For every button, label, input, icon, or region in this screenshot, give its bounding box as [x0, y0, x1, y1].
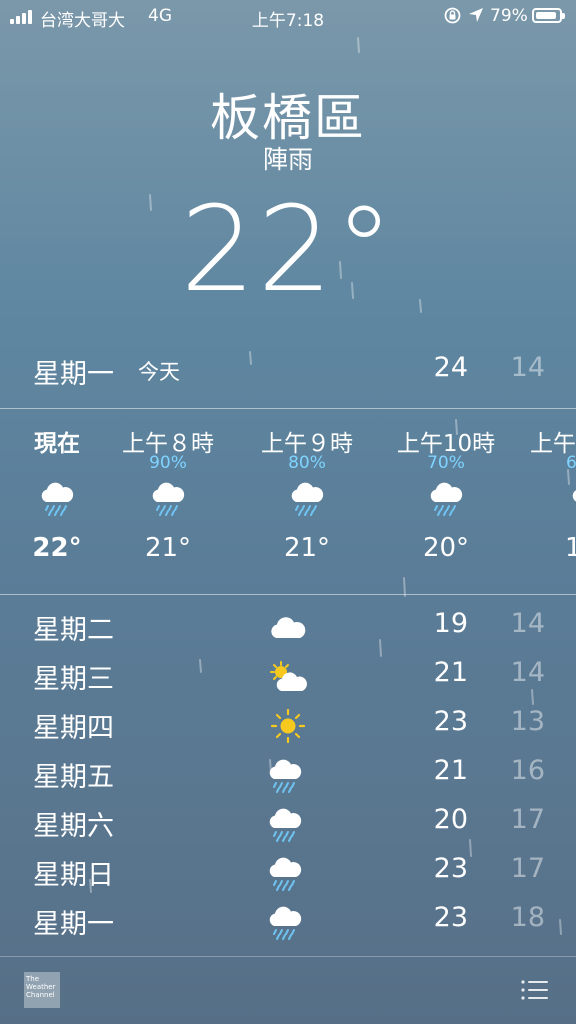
daily-low: 14 — [510, 608, 545, 639]
daily-low: 17 — [510, 853, 545, 884]
daily-row: 星期日 23 17 — [0, 851, 576, 897]
hour-label: 上午10時 — [396, 431, 496, 457]
daily-row: 星期一 23 18 — [0, 900, 576, 946]
city-list-icon[interactable] — [520, 978, 550, 1002]
daily-high: 19 — [433, 608, 468, 639]
weather-channel-logo[interactable]: The Weather Channel — [24, 972, 60, 1008]
daily-low: 18 — [510, 902, 545, 933]
weekday: 星期六 — [33, 811, 114, 842]
today-high: 24 — [433, 352, 468, 383]
current-temperature: 22° — [180, 180, 396, 318]
weekday: 星期一 — [33, 909, 114, 940]
hourly-top-divider — [0, 408, 576, 409]
daily-high: 20 — [433, 804, 468, 835]
daily-low: 16 — [510, 755, 545, 786]
hourly-item: 上午 6 1 — [513, 410, 576, 563]
daily-high: 23 — [433, 706, 468, 737]
daily-row: 星期六 20 17 — [0, 802, 576, 848]
precip-chance: 80% — [288, 453, 326, 473]
hour-label: 上午８時 — [122, 431, 214, 457]
weekday: 星期日 — [33, 860, 114, 891]
daily-forecast-list[interactable]: 星期二 19 14 星期三 21 14 星期四 23 13 星期五 21 16 … — [0, 600, 576, 956]
sun-icon — [270, 708, 306, 744]
battery-percentage: 79% — [490, 6, 528, 26]
daily-high: 21 — [433, 755, 468, 786]
daily-high: 23 — [433, 853, 468, 884]
hour-label: 上午９時 — [261, 431, 353, 457]
rain-cloud-icon — [569, 480, 576, 520]
status-bar: 台湾大哥大 4G 上午7:18 79% — [0, 0, 576, 34]
rain-cloud-icon — [266, 757, 304, 800]
hourly-item: 上午９時 80% 21° — [237, 410, 377, 563]
rain-cloud-icon — [266, 806, 304, 849]
rain-cloud-icon — [266, 904, 304, 947]
hourly-item: 上午10時 70% 20° — [376, 410, 516, 563]
hour-temp: 1 — [565, 533, 576, 563]
daily-high: 21 — [433, 657, 468, 688]
weekday: 星期三 — [33, 664, 114, 695]
today-weekday: 星期一 — [33, 359, 114, 390]
today-label: 今天 — [138, 360, 180, 384]
hourly-item: 上午８時 90% 21° — [98, 410, 238, 563]
cloud-icon — [271, 617, 306, 638]
rain-cloud-icon — [38, 480, 76, 520]
rain-cloud-icon — [288, 480, 326, 520]
weekday: 星期四 — [33, 713, 114, 744]
bottom-toolbar: The Weather Channel — [0, 958, 576, 1024]
battery-icon — [532, 8, 565, 23]
hourly-forecast-scroller[interactable]: 現在 22° 上午８時 90% 21° 上午９時 80% 21° 上午10時 7… — [0, 410, 576, 594]
weekday: 星期五 — [33, 762, 114, 793]
weather-condition: 陣雨 — [262, 145, 313, 174]
daily-row: 星期二 19 14 — [0, 606, 576, 652]
daily-row: 星期五 21 16 — [0, 753, 576, 799]
hour-label: 上午 — [530, 431, 576, 457]
daily-row: 星期四 23 13 — [0, 704, 576, 750]
weekday: 星期二 — [33, 615, 114, 646]
hour-temp: 20° — [422, 533, 470, 563]
rotation-lock-icon — [444, 7, 461, 24]
daily-row: 星期三 21 14 — [0, 655, 576, 701]
daily-high: 23 — [433, 902, 468, 933]
hourly-bottom-divider — [0, 594, 576, 595]
hour-temp: 21° — [283, 533, 331, 563]
daily-low: 14 — [510, 657, 545, 688]
partly-sunny-icon — [270, 661, 307, 691]
location-arrow-icon — [469, 8, 483, 22]
rain-cloud-icon — [266, 855, 304, 898]
toolbar-divider — [0, 956, 576, 957]
today-summary-row: 星期一 今天 24 14 — [0, 352, 576, 396]
daily-low: 17 — [510, 804, 545, 835]
today-low: 14 — [510, 352, 545, 383]
rain-cloud-icon — [427, 480, 465, 520]
rain-cloud-icon — [149, 480, 187, 520]
precip-chance: 90% — [149, 453, 187, 473]
hour-temp: 21° — [144, 533, 192, 563]
daily-low: 13 — [510, 706, 545, 737]
